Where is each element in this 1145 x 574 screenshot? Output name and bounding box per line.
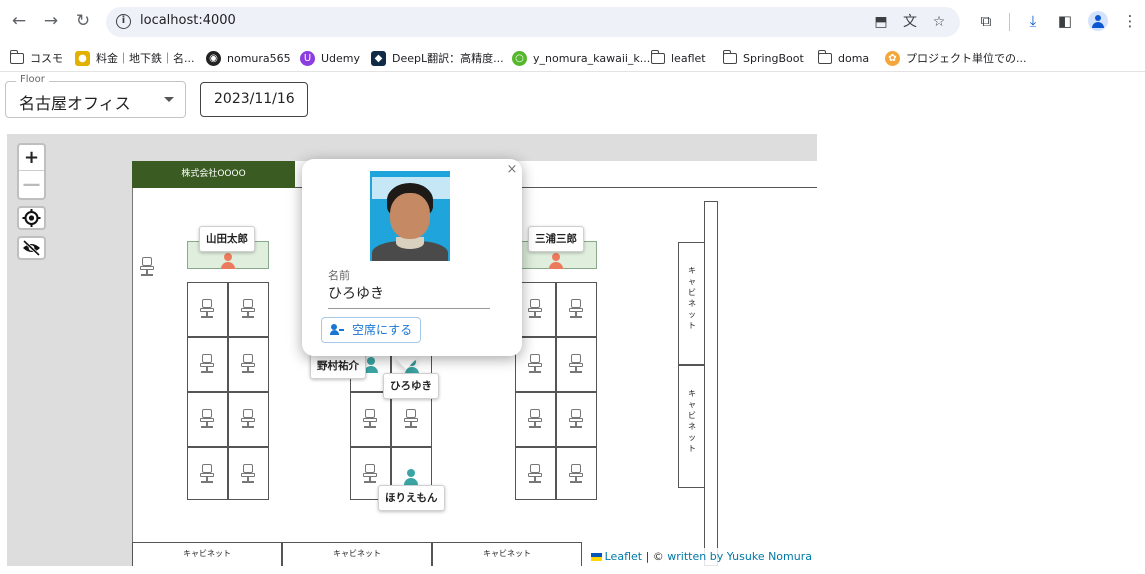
extensions-icon[interactable]: ⧉	[976, 11, 996, 31]
empty-seat-icon[interactable]	[568, 464, 584, 484]
subway-site-icon: ●	[75, 50, 90, 66]
floor-label: Floor	[16, 74, 49, 85]
bookmark-doma[interactable]: doma	[817, 49, 869, 67]
empty-seat-icon[interactable]	[362, 464, 378, 484]
occupied-seat-icon[interactable]	[548, 253, 564, 269]
empty-seat-icon[interactable]	[199, 354, 215, 374]
visibility-toggle-button[interactable]	[17, 236, 46, 260]
bookmark-project[interactable]: ✿ プロジェクト単位での...	[885, 49, 1027, 67]
occupant-label-miura: 三浦三郎	[528, 226, 584, 252]
bookmark-subway-fare[interactable]: ● 料金｜地下鉄｜名...	[75, 49, 195, 67]
empty-seat-icon[interactable]	[527, 409, 543, 429]
folder-icon	[817, 49, 832, 64]
dropdown-arrow-icon	[164, 97, 174, 102]
empty-seat-icon[interactable]	[527, 354, 543, 374]
github-icon: ◉	[206, 50, 221, 66]
address-url[interactable]: localhost:4000	[140, 13, 236, 28]
occupied-seat-icon[interactable]	[403, 469, 419, 485]
empty-seat-icon[interactable]	[568, 299, 584, 319]
install-app-icon[interactable]: ⬒	[872, 13, 890, 31]
name-field[interactable]: ひろゆき	[328, 283, 490, 309]
cabinet-label: キャビネット	[688, 389, 696, 453]
empty-seat-icon[interactable]	[527, 464, 543, 484]
bookmarks-bar: コスモ ● 料金｜地下鉄｜名... ◉ nomura565 U Udemy ◆ Deep…	[0, 43, 1145, 72]
empty-seat-icon[interactable]	[199, 464, 215, 484]
empty-seat-icon[interactable]	[199, 409, 215, 429]
empty-seat-icon[interactable]	[199, 299, 215, 319]
floor-select[interactable]: Floor 名古屋オフィス	[5, 74, 186, 118]
occupant-photo	[370, 171, 450, 261]
forward-arrow-icon[interactable]: →	[40, 10, 62, 32]
translate-icon[interactable]: 文	[901, 13, 919, 31]
folder-icon	[722, 49, 737, 64]
toolbar-separator	[1009, 13, 1010, 31]
cabinet-label: キャビネット	[688, 266, 696, 330]
bookmark-deepl[interactable]: ◆ DeepL翻訳：高精度...	[371, 49, 504, 67]
bookmark-springboot[interactable]: SpringBoot	[722, 49, 804, 67]
floor-value: 名古屋オフィス	[19, 94, 131, 113]
occupant-label-horiemon: ほりえもん	[378, 485, 445, 511]
folder-icon	[650, 49, 665, 64]
cabinet-vertical-bottom: キャビネット	[678, 365, 705, 488]
bookmark-github[interactable]: ◉ nomura565	[206, 49, 291, 67]
person-remove-icon	[330, 324, 344, 336]
crosshair-icon	[22, 209, 41, 227]
ukraine-flag-icon	[590, 553, 602, 561]
occupant-popup: × 名前 ひろゆき 空席にする	[302, 159, 522, 356]
wall-strip	[704, 201, 718, 566]
empty-seat-icon[interactable]	[568, 354, 584, 374]
empty-seat-icon[interactable]	[403, 409, 419, 429]
empty-seat-icon[interactable]	[568, 409, 584, 429]
eye-off-icon	[22, 239, 41, 257]
download-icon[interactable]: ⤓	[1023, 11, 1043, 31]
vacate-seat-button[interactable]: 空席にする	[321, 317, 421, 343]
reload-icon[interactable]: ↻	[72, 10, 94, 32]
cabinet-horizontal: キャビネット	[132, 542, 282, 566]
leaflet-link[interactable]: Leaflet	[605, 550, 642, 563]
zoom-control: + —	[17, 143, 46, 200]
cabinet-horizontal: キャビネット	[282, 542, 432, 566]
bookmark-star-icon[interactable]: ☆	[930, 13, 948, 31]
back-arrow-icon[interactable]: ←	[8, 10, 30, 32]
address-bar[interactable]: i localhost:4000 ⬒ 文 ☆	[106, 7, 960, 37]
cabinet-vertical-top: キャビネット	[678, 242, 705, 365]
empty-seat-icon[interactable]	[240, 464, 256, 484]
project-site-icon: ✿	[885, 50, 900, 66]
date-value: 2023/11/16	[214, 91, 295, 107]
cabinet-horizontal: キャビネット	[432, 542, 582, 566]
company-name-bar: 株式会社OOOO	[132, 161, 295, 188]
zoom-in-button[interactable]: +	[19, 145, 44, 171]
close-icon[interactable]: ×	[505, 162, 519, 178]
bookmark-leaflet[interactable]: leaflet	[650, 49, 706, 67]
bookmark-kawaii[interactable]: ○ y_nomura_kawaii_k...	[512, 49, 650, 67]
occupant-label-nomura: 野村祐介	[310, 353, 366, 379]
bookmark-cosmo[interactable]: コスモ	[9, 49, 63, 67]
name-field-label: 名前	[328, 269, 350, 282]
locate-button[interactable]	[17, 206, 46, 230]
date-field[interactable]: 2023/11/16	[200, 82, 308, 117]
empty-seat-icon[interactable]	[139, 257, 155, 277]
site-info-icon[interactable]: i	[116, 14, 131, 29]
menu-dots-icon[interactable]: ⋮	[1120, 11, 1140, 31]
wall-line	[132, 188, 133, 566]
empty-seat-icon[interactable]	[240, 299, 256, 319]
browser-toolbar: ← → ↻ i localhost:4000 ⬒ 文 ☆ ⧉ ⤓ ◧ ⋮	[0, 0, 1145, 43]
bookmark-udemy[interactable]: U Udemy	[300, 49, 360, 67]
profile-avatar-icon[interactable]	[1088, 11, 1108, 31]
folder-icon	[9, 49, 24, 64]
empty-seat-icon[interactable]	[527, 299, 543, 319]
occupant-label-hiroyuki: ひろゆき	[383, 373, 439, 399]
occupied-seat-icon[interactable]	[220, 253, 236, 269]
occupant-label-yamada: 山田太郎	[199, 226, 255, 252]
side-panel-icon[interactable]: ◧	[1055, 11, 1075, 31]
empty-seat-icon[interactable]	[240, 354, 256, 374]
site-icon: ○	[512, 50, 527, 66]
deepl-icon: ◆	[371, 50, 386, 66]
empty-seat-icon[interactable]	[240, 409, 256, 429]
empty-seat-icon[interactable]	[362, 409, 378, 429]
udemy-icon: U	[300, 50, 315, 66]
zoom-out-button[interactable]: —	[19, 172, 44, 198]
author-link[interactable]: written by Yusuke Nomura	[667, 550, 812, 563]
map-attribution: Leaflet | © written by Yusuke Nomura	[585, 548, 817, 566]
